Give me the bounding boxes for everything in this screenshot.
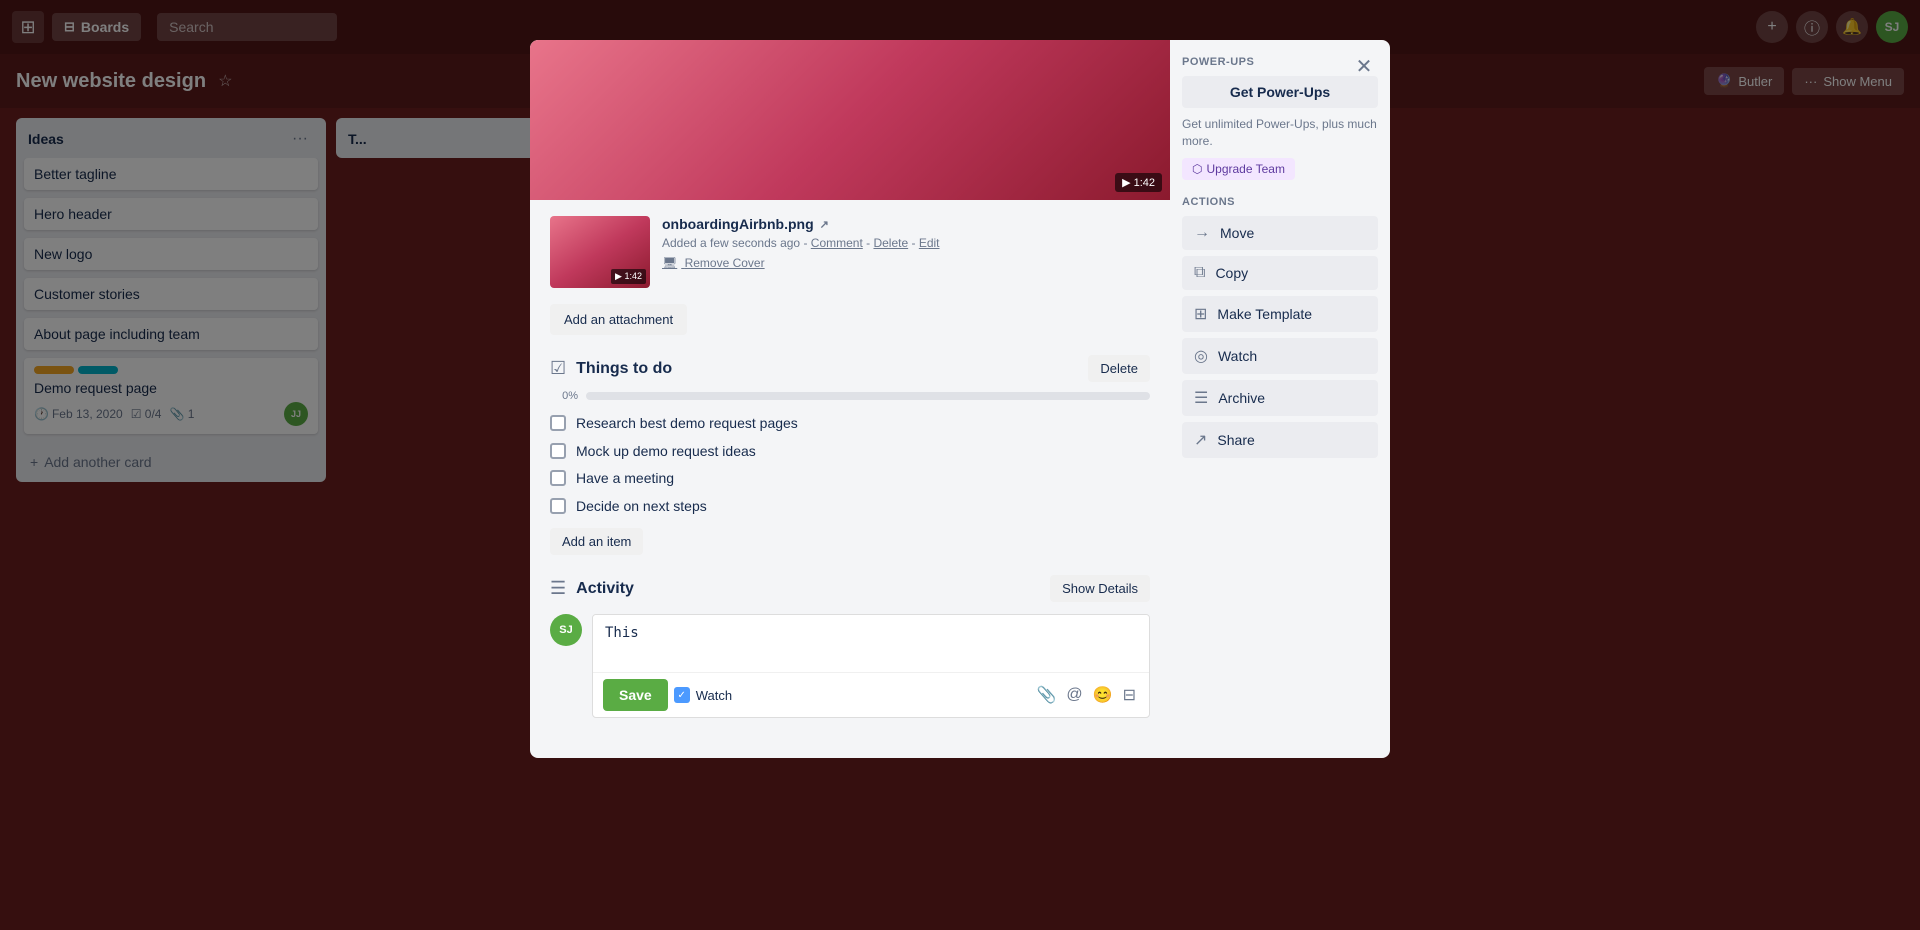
attachment-delete-link[interactable]: Delete [873, 236, 908, 250]
checklist-icon: ☑ [550, 358, 566, 379]
card-icon-button[interactable]: ⊟ [1120, 682, 1139, 708]
watch-checkbox-row: ✓ Watch [674, 687, 732, 703]
cover-video-badge: ▶ 1:42 [1115, 173, 1162, 192]
activity-toolbar-icons: 📎 @ 😊 ⊟ [1034, 682, 1140, 708]
move-action-button[interactable]: → Move [1182, 216, 1378, 250]
archive-icon: ☰ [1194, 388, 1208, 408]
emoji-icon-button[interactable]: 😊 [1090, 682, 1116, 708]
copy-action-button[interactable]: ⧉ Copy [1182, 256, 1378, 290]
upgrade-team-button[interactable]: ⬡ Upgrade Team [1182, 158, 1295, 180]
attachment-edit-link[interactable]: Edit [919, 236, 940, 250]
archive-action-button[interactable]: ☰ Archive [1182, 380, 1378, 416]
activity-compose: SJ This Save ✓ Watch 📎 @ [550, 614, 1150, 718]
card-modal: ▶ 1:42 ▶ 1:42 onboardingAirbnb.png ↗ Add… [530, 40, 1390, 758]
modal-cover-area: ▶ 1:42 [530, 40, 1170, 200]
actions-label: ACTIONS [1182, 196, 1378, 208]
progress-bar-background [586, 392, 1150, 400]
activity-input-wrap: This Save ✓ Watch 📎 @ 😊 ⊟ [592, 614, 1150, 718]
modal-close-button[interactable]: ✕ [1348, 50, 1380, 82]
add-checklist-item-button[interactable]: Add an item [550, 528, 643, 555]
modal-overlay[interactable]: ▶ 1:42 ▶ 1:42 onboardingAirbnb.png ↗ Add… [0, 0, 1920, 930]
checklist-progress-row: 0% [550, 390, 1150, 402]
checklist-checkbox-1[interactable] [550, 415, 566, 431]
checklist-item: Mock up demo request ideas [550, 438, 1150, 466]
attachment-thumbnail: ▶ 1:42 [550, 216, 650, 288]
activity-comment-input[interactable]: This [593, 615, 1149, 667]
attachment-meta: Added a few seconds ago - Comment - Dele… [662, 236, 1150, 250]
watch-action-label: Watch [1218, 348, 1257, 364]
save-comment-button[interactable]: Save [603, 679, 668, 711]
add-attachment-button[interactable]: Add an attachment [550, 304, 687, 335]
checklist-section-header: ☑ Things to do Delete [550, 355, 1150, 382]
make-template-action-button[interactable]: ⊞ Make Template [1182, 296, 1378, 332]
activity-toolbar: Save ✓ Watch 📎 @ 😊 ⊟ [593, 672, 1149, 717]
attachment-comment-link[interactable]: Comment [811, 236, 863, 250]
remove-cover-button[interactable]: 🖥 Remove Cover [662, 256, 1150, 270]
checklist-title: Things to do [576, 360, 1078, 378]
template-icon: ⊞ [1194, 304, 1207, 324]
progress-percentage: 0% [550, 390, 578, 402]
activity-title: Activity [576, 580, 1040, 598]
mention-icon-button[interactable]: @ [1063, 682, 1085, 708]
watch-label: Watch [696, 688, 732, 703]
make-template-label: Make Template [1217, 306, 1312, 322]
checklist-section: ☑ Things to do Delete 0% Research best d… [550, 355, 1150, 555]
checklist-checkbox-3[interactable] [550, 470, 566, 486]
copy-icon: ⧉ [1194, 264, 1205, 282]
checklist-checkbox-2[interactable] [550, 443, 566, 459]
checklist-item: Research best demo request pages [550, 410, 1150, 438]
activity-header: ☰ Activity Show Details [550, 575, 1150, 602]
share-label: Share [1217, 432, 1254, 448]
activity-section: ☰ Activity Show Details SJ This Save ✓ W… [550, 575, 1150, 718]
checklist-item: Decide on next steps [550, 493, 1150, 521]
activity-icon: ☰ [550, 578, 566, 599]
modal-sidebar: POWER-UPS Get Power-Ups Get unlimited Po… [1170, 40, 1390, 758]
upgrade-label: Upgrade Team [1206, 162, 1285, 176]
modal-main-content: ▶ 1:42 ▶ 1:42 onboardingAirbnb.png ↗ Add… [530, 40, 1170, 758]
move-label: Move [1220, 225, 1254, 241]
watch-icon: ◎ [1194, 346, 1208, 366]
show-details-button[interactable]: Show Details [1050, 575, 1150, 602]
upgrade-icon: ⬡ [1192, 162, 1202, 176]
checklist-delete-button[interactable]: Delete [1088, 355, 1150, 382]
watch-action-button[interactable]: ◎ Watch [1182, 338, 1378, 374]
attachment-play-badge: ▶ 1:42 [611, 269, 646, 284]
move-icon: → [1194, 224, 1210, 242]
power-ups-description: Get unlimited Power-Ups, plus much more. [1182, 116, 1378, 150]
share-action-button[interactable]: ↗ Share [1182, 422, 1378, 458]
get-power-ups-button[interactable]: Get Power-Ups [1182, 76, 1378, 108]
activity-avatar: SJ [550, 614, 582, 646]
attach-icon-button[interactable]: 📎 [1034, 682, 1060, 708]
watch-checkbox[interactable]: ✓ [674, 687, 690, 703]
share-icon: ↗ [1194, 430, 1207, 450]
checklist-checkbox-4[interactable] [550, 498, 566, 514]
attachment-info: onboardingAirbnb.png ↗ Added a few secon… [662, 216, 1150, 270]
copy-label: Copy [1215, 265, 1248, 281]
external-link-icon: ↗ [820, 218, 829, 231]
archive-label: Archive [1218, 390, 1265, 406]
attachment-row: ▶ 1:42 onboardingAirbnb.png ↗ Added a fe… [550, 216, 1150, 288]
attachment-filename: onboardingAirbnb.png ↗ [662, 216, 1150, 232]
checklist-item: Have a meeting [550, 465, 1150, 493]
